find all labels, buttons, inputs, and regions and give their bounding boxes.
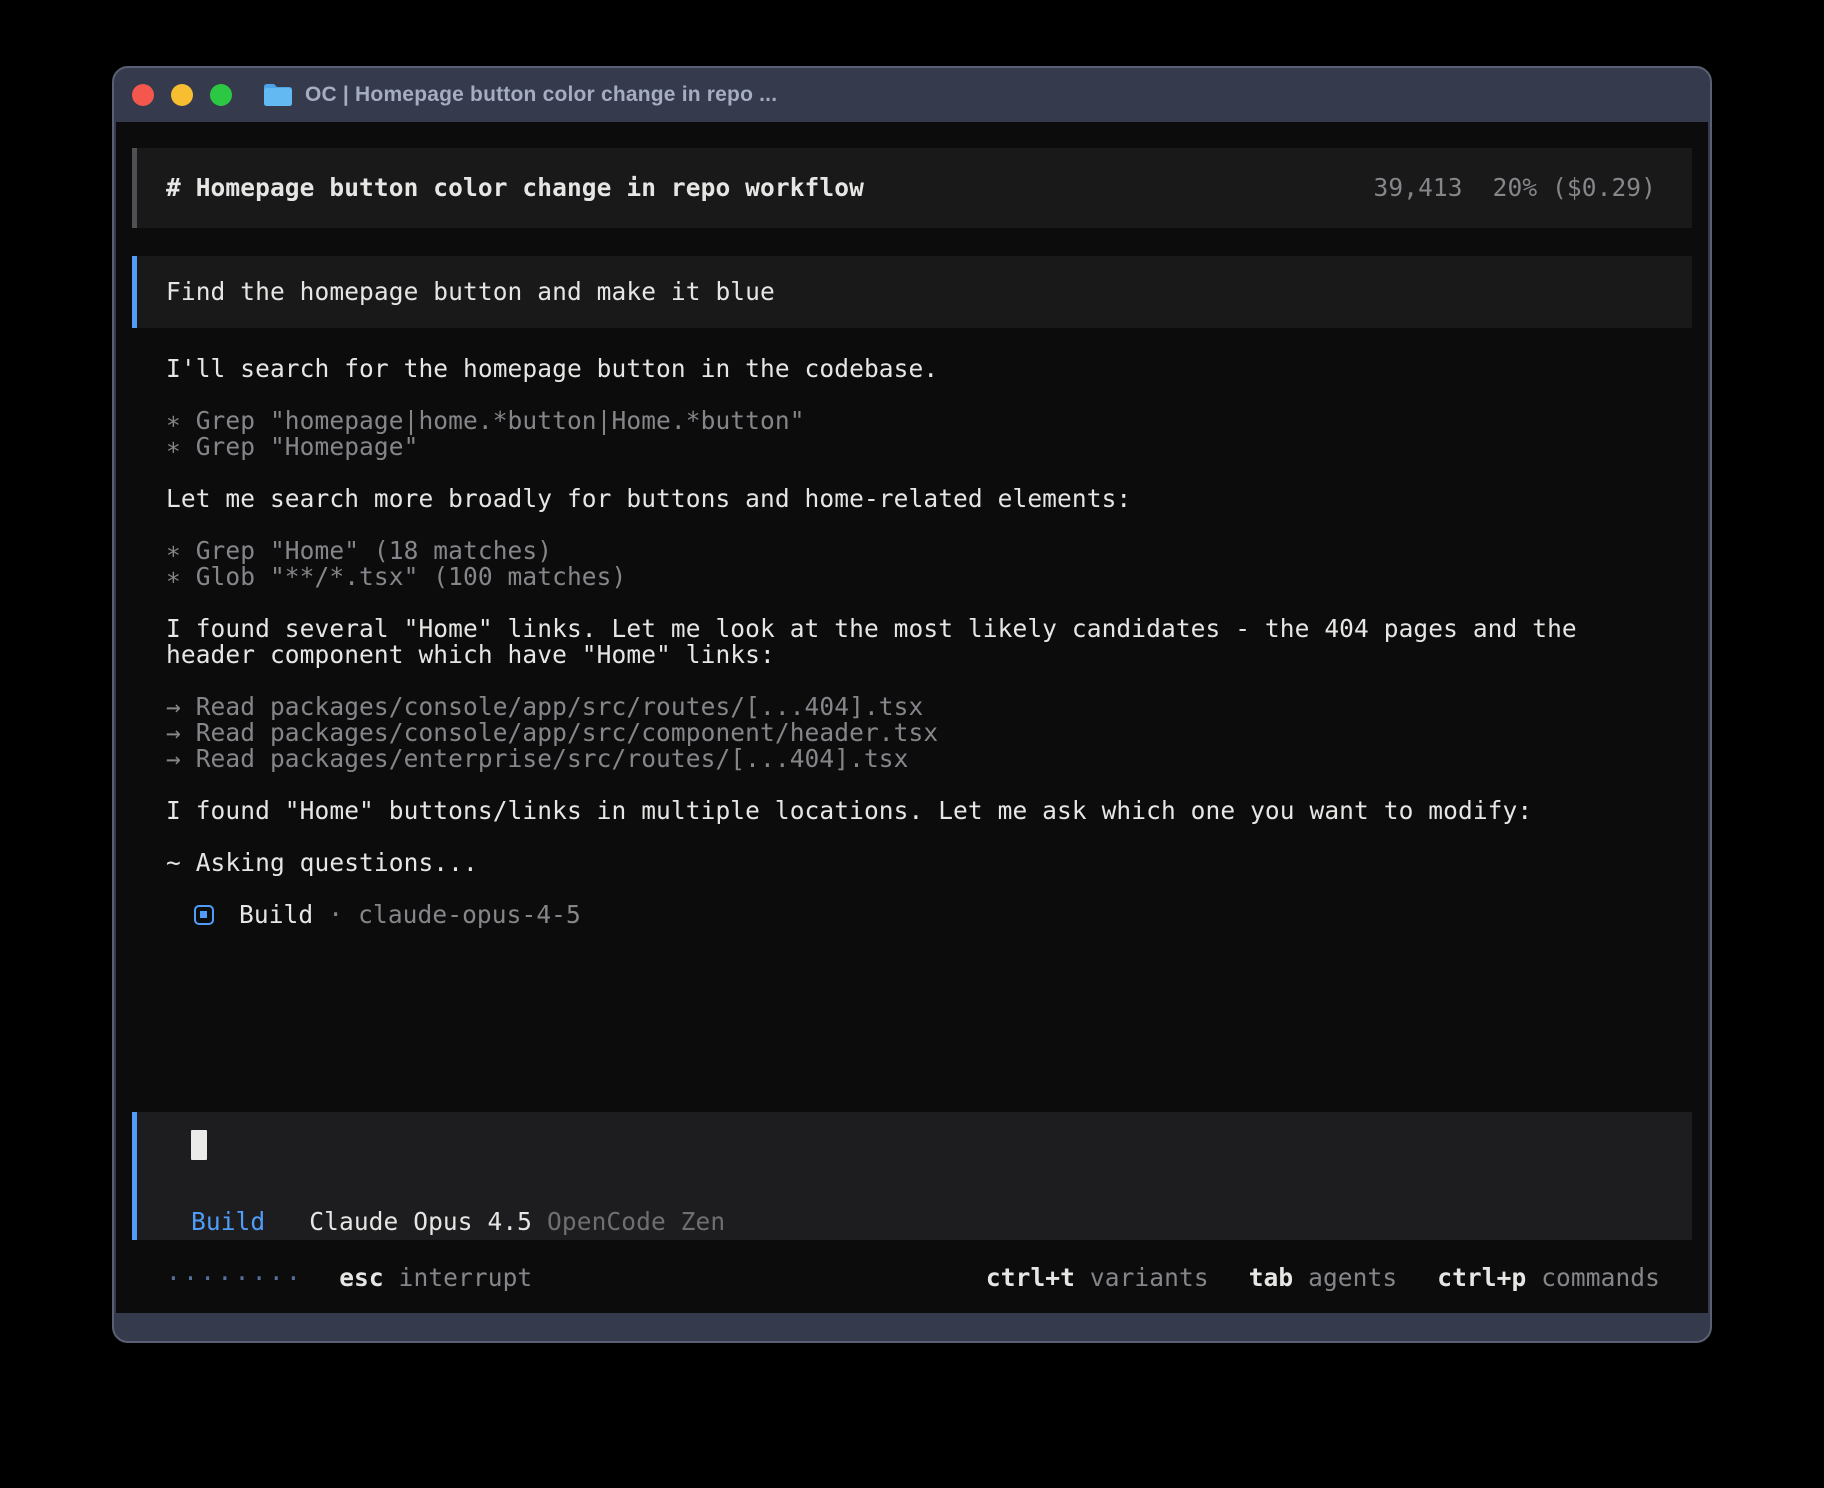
tool-calls: ∗ Grep "Home" (18 matches) ∗ Glob "**/*.… xyxy=(132,538,1692,590)
assistant-text: I found several "Home" links. Let me loo… xyxy=(132,616,1692,642)
terminal-content: # Homepage button color change in repo w… xyxy=(116,122,1708,1313)
keyhints: ctrl+t variants tab agents ctrl+p comman… xyxy=(986,1265,1660,1291)
assistant-text: I'll search for the homepage button in t… xyxy=(132,356,1692,382)
tool-call-read: → Read packages/enterprise/src/routes/[.… xyxy=(132,746,1692,772)
minimize-button[interactable] xyxy=(171,84,193,106)
window-titlebar[interactable]: OC | Homepage button color change in rep… xyxy=(114,68,1710,122)
agent-name: Build xyxy=(239,902,313,928)
assistant-text: header component which have "Home" links… xyxy=(132,642,1692,668)
assistant-text: Let me search more broadly for buttons a… xyxy=(132,486,1692,512)
session-header: # Homepage button color change in repo w… xyxy=(132,148,1692,228)
tool-call-glob: ∗ Glob "**/*.tsx" (100 matches) xyxy=(132,564,1692,590)
chat-area: # Homepage button color change in repo w… xyxy=(132,122,1692,954)
assistant-message: I found "Home" buttons/links in multiple… xyxy=(132,798,1692,824)
user-message-text: Find the homepage button and make it blu… xyxy=(166,279,775,305)
text-cursor xyxy=(191,1130,207,1160)
user-message: Find the homepage button and make it blu… xyxy=(132,256,1692,328)
asking-questions-text: ~ Asking questions... xyxy=(132,850,1692,876)
input-meta: Build Claude Opus 4.5 OpenCode Zen xyxy=(191,1209,1692,1235)
hint-agents: tab agents xyxy=(1249,1265,1398,1291)
spinner-dots: ········ xyxy=(166,1264,303,1293)
status-bar: ········ esc interrupt ctrl+t variants t… xyxy=(166,1265,1660,1291)
tool-call-grep: ∗ Grep "Homepage" xyxy=(132,434,1692,460)
tool-call-grep: ∗ Grep "homepage|home.*button|Home.*butt… xyxy=(132,408,1692,434)
tool-calls: ∗ Grep "homepage|home.*button|Home.*butt… xyxy=(132,408,1692,460)
tool-call-grep: ∗ Grep "Home" (18 matches) xyxy=(132,538,1692,564)
model-name: claude-opus-4-5 xyxy=(358,902,581,928)
zoom-button[interactable] xyxy=(210,84,232,106)
prompt-input[interactable]: Build Claude Opus 4.5 OpenCode Zen xyxy=(132,1112,1692,1240)
window-title: OC | Homepage button color change in rep… xyxy=(305,83,777,107)
session-title: # Homepage button color change in repo w… xyxy=(166,175,864,201)
assistant-text: I found "Home" buttons/links in multiple… xyxy=(132,798,1692,824)
assistant-working: ~ Asking questions... xyxy=(132,850,1692,876)
hint-variants: ctrl+t variants xyxy=(986,1265,1209,1291)
build-agent-icon xyxy=(194,905,214,925)
input-agent-label[interactable]: Build xyxy=(191,1209,265,1235)
tool-call-read: → Read packages/console/app/src/componen… xyxy=(132,720,1692,746)
assistant-message: I found several "Home" links. Let me loo… xyxy=(132,616,1692,668)
assistant-message: I'll search for the homepage button in t… xyxy=(132,356,1692,382)
context-cost: 20% ($0.29) xyxy=(1493,175,1656,201)
hint-commands: ctrl+p commands xyxy=(1437,1265,1660,1291)
hint-interrupt: esc interrupt xyxy=(339,1265,532,1291)
input-model-label[interactable]: Claude Opus 4.5 xyxy=(309,1209,532,1235)
assistant-message: Let me search more broadly for buttons a… xyxy=(132,486,1692,512)
session-stats: 39,413 20% ($0.29) xyxy=(1374,175,1656,201)
agent-status-line: Build · claude-opus-4-5 xyxy=(132,902,1692,928)
terminal-window: OC | Homepage button color change in rep… xyxy=(112,66,1712,1343)
status-separator: · xyxy=(328,902,343,928)
tool-call-read: → Read packages/console/app/src/routes/[… xyxy=(132,694,1692,720)
close-button[interactable] xyxy=(132,84,154,106)
transcript: I'll search for the homepage button in t… xyxy=(132,356,1692,928)
folder-icon xyxy=(263,83,293,107)
token-count: 39,413 xyxy=(1374,175,1463,201)
input-provider-label: OpenCode Zen xyxy=(547,1209,725,1235)
tool-calls: → Read packages/console/app/src/routes/[… xyxy=(132,694,1692,772)
